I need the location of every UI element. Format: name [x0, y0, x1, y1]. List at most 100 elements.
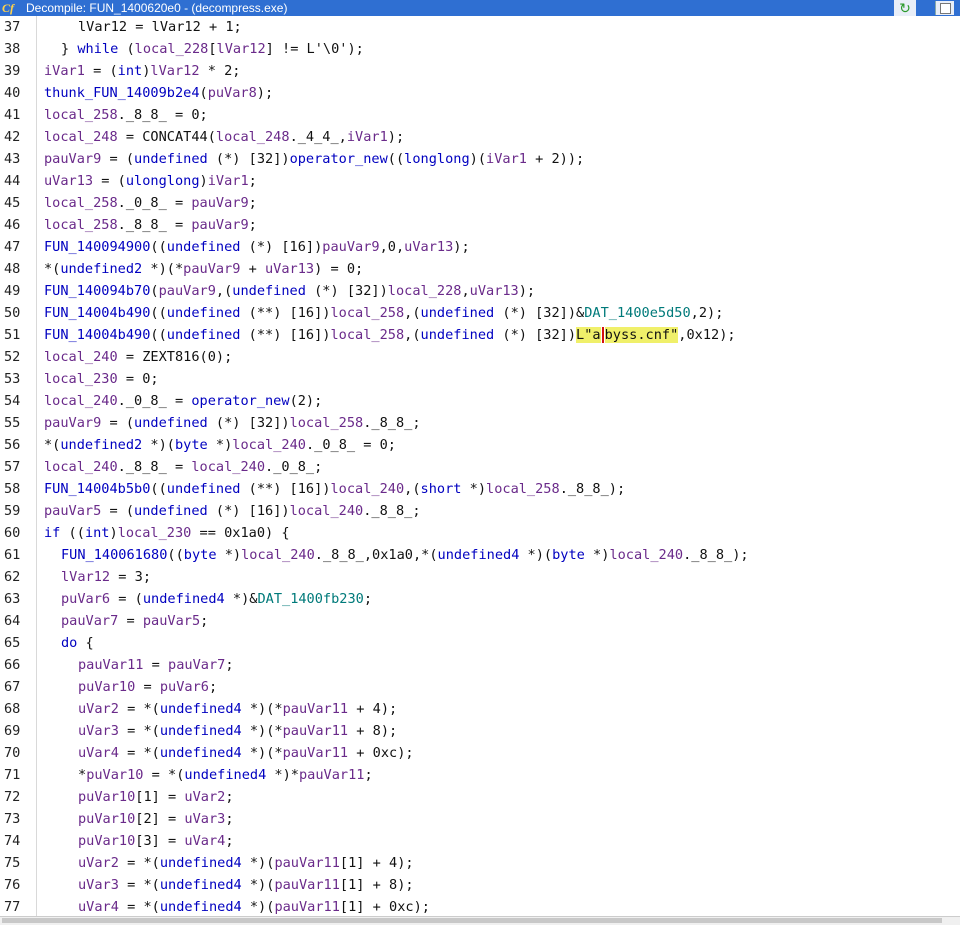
code-text[interactable]: uVar2 = *(undefined4 *)(*pauVar11 + 4); — [78, 698, 397, 720]
code-token[interactable]: ,( — [216, 283, 232, 299]
code-token[interactable]: local_228 — [388, 283, 462, 299]
code-token[interactable]: ); — [453, 239, 469, 255]
code-token[interactable]: == 0x1a0) { — [191, 525, 290, 541]
code-token[interactable]: if — [44, 525, 60, 541]
code-text[interactable]: puVar10[2] = uVar3; — [78, 808, 234, 830]
code-token[interactable]: pauVar7 — [168, 657, 225, 673]
code-text[interactable]: local_240 = ZEXT816(0); — [44, 346, 232, 368]
code-token[interactable]: operator_new — [191, 393, 289, 409]
code-token[interactable]: undefined4 — [160, 899, 242, 915]
code-token[interactable]: ; — [225, 833, 233, 849]
code-token[interactable]: ] != L'\0'); — [266, 41, 364, 57]
code-token[interactable]: = *( — [143, 767, 185, 783]
code-token[interactable]: local_240 — [232, 437, 306, 453]
highlighted-token[interactable]: L"a — [576, 327, 601, 343]
code-token[interactable]: while — [77, 41, 118, 57]
code-token[interactable]: pauVar11 — [78, 657, 143, 673]
code-token[interactable]: undefined — [167, 327, 241, 343]
code-token[interactable]: ,( — [404, 305, 420, 321]
code-token[interactable]: ; — [364, 591, 372, 607]
code-token[interactable]: local_240 — [290, 503, 364, 519]
code-token[interactable]: undefined4 — [160, 877, 242, 893]
code-text[interactable]: puVar10[1] = uVar2; — [78, 786, 234, 808]
code-token[interactable]: = *( — [119, 745, 160, 761]
code-token[interactable]: + 4); — [348, 701, 397, 717]
code-token[interactable]: *)(* — [242, 745, 283, 761]
code-token[interactable]: pauVar9 — [44, 151, 101, 167]
code-token[interactable]: undefined4 — [160, 723, 242, 739]
code-token[interactable]: ._4_4_, — [290, 129, 347, 145]
code-token[interactable]: longlong — [404, 151, 469, 167]
code-token[interactable]: (**) [16]) — [240, 305, 331, 321]
code-token[interactable]: [1] + 8); — [340, 877, 414, 893]
code-text[interactable]: pauVar7 = pauVar5; — [61, 610, 208, 632]
code-token[interactable]: undefined4 — [143, 591, 225, 607]
code-token[interactable]: DAT_1400fb230 — [257, 591, 363, 607]
code-token[interactable]: *) — [217, 547, 241, 563]
code-text[interactable]: puVar10[3] = uVar4; — [78, 830, 234, 852]
code-token[interactable]: puVar10 — [86, 767, 143, 783]
code-token[interactable]: lVar12 — [150, 63, 199, 79]
code-token[interactable]: local_258 — [330, 305, 404, 321]
code-line[interactable]: 39 iVar1 = (int)lVar12 * 2; — [0, 60, 960, 82]
code-token[interactable]: = ( — [93, 173, 126, 189]
code-token[interactable]: (( — [150, 305, 166, 321]
code-token[interactable]: pauVar9 — [159, 283, 216, 299]
code-line[interactable]: 49 FUN_140094b70(pauVar9,(undefined (*) [… — [0, 280, 960, 302]
code-token[interactable]: ; — [200, 613, 208, 629]
code-token[interactable]: (*) [16]) — [240, 239, 323, 255]
code-text[interactable]: } while (local_228[lVar12] != L'\0'); — [61, 38, 364, 60]
code-token[interactable]: (*) [16]) — [208, 503, 290, 519]
code-token[interactable]: ._8_8_; — [363, 503, 420, 519]
code-text[interactable]: pauVar9 = (undefined (*) [32])operator_n… — [44, 148, 584, 170]
code-token[interactable]: local_240 — [191, 459, 265, 475]
code-token[interactable]: local_258 — [290, 415, 364, 431]
code-line[interactable]: 60 if ((int)local_230 == 0x1a0) { — [0, 522, 960, 544]
code-token[interactable]: pauVar11 — [274, 877, 339, 893]
code-token[interactable]: uVar4 — [78, 899, 119, 915]
code-line[interactable]: 73 puVar10[2] = uVar3; — [0, 808, 960, 830]
code-text[interactable]: local_258._8_8_ = pauVar9; — [44, 214, 257, 236]
code-text[interactable]: FUN_140061680((byte *)local_240._8_8_,0x… — [61, 544, 749, 566]
code-token[interactable]: undefined — [421, 327, 495, 343]
code-token[interactable]: undefined — [167, 481, 241, 497]
code-line[interactable]: 53 local_230 = 0; — [0, 368, 960, 390]
code-token[interactable]: [3] = — [135, 833, 184, 849]
code-line[interactable]: 42 local_248 = CONCAT44(local_248._4_4_,i… — [0, 126, 960, 148]
code-token[interactable]: undefined — [134, 503, 208, 519]
code-line[interactable]: 61 FUN_140061680((byte *)local_240._8_8_,… — [0, 544, 960, 566]
code-token[interactable]: [ — [208, 41, 216, 57]
code-line[interactable]: 56 *(undefined2 *)(byte *)local_240._0_8_… — [0, 434, 960, 456]
code-line[interactable]: 45 local_258._0_8_ = pauVar9; — [0, 192, 960, 214]
code-token[interactable]: uVar3 — [78, 723, 119, 739]
code-line[interactable]: 76 uVar3 = *(undefined4 *)(pauVar11[1] + … — [0, 874, 960, 896]
code-text[interactable]: pauVar5 = (undefined (*) [16])local_240.… — [44, 500, 421, 522]
code-line[interactable]: 59 pauVar5 = (undefined (*) [16])local_24… — [0, 500, 960, 522]
code-token[interactable]: local_240 — [609, 547, 683, 563]
code-token[interactable]: (**) [16]) — [240, 327, 331, 343]
code-token[interactable]: + 8); — [348, 723, 397, 739]
code-token[interactable]: pauVar11 — [299, 767, 364, 783]
code-token[interactable]: undefined4 — [160, 701, 242, 717]
code-token[interactable]: ; — [209, 679, 217, 695]
code-text[interactable]: do { — [61, 632, 94, 654]
code-token[interactable]: ( — [150, 283, 158, 299]
code-token[interactable]: *)(* — [142, 261, 183, 277]
code-token[interactable]: *) — [461, 481, 486, 497]
code-token[interactable]: (*) [32]) — [306, 283, 388, 299]
code-text[interactable]: uVar4 = *(undefined4 *)(pauVar11[1] + 0x… — [78, 896, 430, 916]
code-token[interactable]: local_240 — [44, 459, 118, 475]
code-line[interactable]: 74 puVar10[3] = uVar4; — [0, 830, 960, 852]
code-token[interactable]: *( — [44, 261, 60, 277]
code-token[interactable]: + — [240, 261, 265, 277]
code-text[interactable]: local_258._0_8_ = pauVar9; — [44, 192, 257, 214]
highlighted-token[interactable]: byss.cnf" — [604, 327, 679, 343]
code-token[interactable]: = 3; — [110, 569, 151, 585]
code-token[interactable]: pauVar5 — [143, 613, 200, 629]
code-line[interactable]: 63 puVar6 = (undefined4 *)&DAT_1400fb230; — [0, 588, 960, 610]
code-token[interactable]: ; — [249, 173, 257, 189]
code-token[interactable]: uVar13 — [265, 261, 314, 277]
code-token[interactable]: pauVar11 — [283, 701, 348, 717]
code-token[interactable]: *)( — [242, 899, 275, 915]
code-token[interactable]: pauVar9 — [322, 239, 379, 255]
